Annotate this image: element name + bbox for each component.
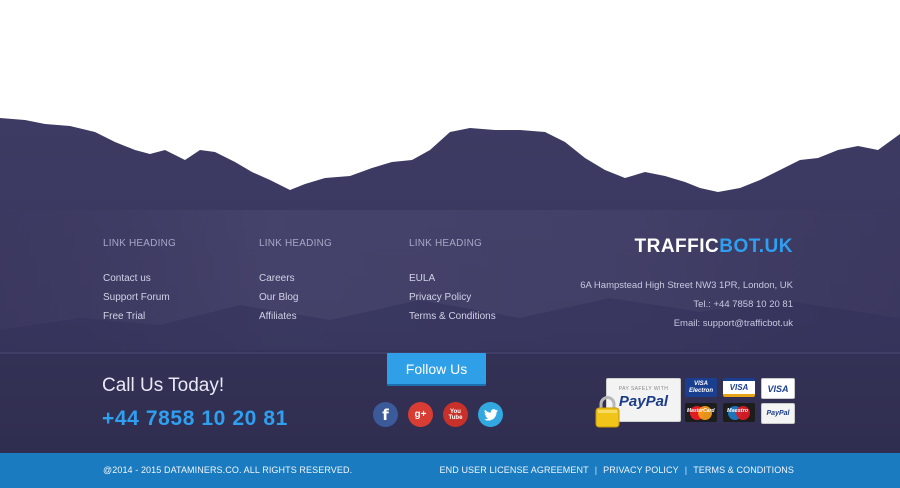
contact-address: 6A Hampstead High Street NW3 1PR, London… [580, 280, 793, 291]
visa-card: VISA [723, 378, 755, 397]
card-label: VISA [729, 383, 749, 392]
youtube-glyph: You Tube [448, 408, 463, 421]
link-free-trial[interactable]: Free Trial [103, 311, 176, 322]
legal-links: END USER LICENSE AGREEMENT | PRIVACY POLIC… [440, 465, 794, 475]
google-plus-icon[interactable]: g+ [408, 402, 433, 427]
paypal-caption: PAY SAFELY WITH [618, 386, 669, 392]
column-heading: LINK HEADING [409, 238, 482, 249]
google-plus-glyph: g+ [414, 409, 427, 420]
contact-email: Email: support@trafficbot.uk [673, 318, 793, 329]
visa-electron-card: VISA Electron [685, 378, 717, 397]
link-our-blog[interactable]: Our Blog [259, 292, 332, 303]
paypal-card: PayPal [761, 403, 795, 424]
link-contact-us[interactable]: Contact us [103, 273, 176, 284]
mastercard-card: MasterCard [685, 403, 717, 422]
padlock-icon [595, 396, 620, 428]
call-us-number[interactable]: +44 7858 10 20 81 [102, 407, 288, 431]
link-eula[interactable]: EULA [409, 273, 496, 284]
brand-part-traffic: TRAFFIC [634, 236, 720, 257]
twitter-bird-icon [483, 408, 498, 421]
facebook-glyph: f [382, 405, 389, 424]
brand-part-bot: BOT.UK [719, 236, 793, 257]
follow-us-button[interactable]: Follow Us [387, 353, 486, 384]
link-terms-conditions[interactable]: Terms & Conditions [409, 311, 496, 322]
card-label: PayPal [766, 410, 790, 417]
link-privacy-policy-bottom[interactable]: PRIVACY POLICY [603, 465, 679, 475]
brand-logo[interactable]: TRAFFICBOT.UK [635, 236, 794, 258]
twitter-icon[interactable] [478, 402, 503, 427]
link-column-3: LINK HEADING EULA Privacy Policy Terms &… [409, 238, 496, 322]
card-label: VISA [767, 383, 789, 394]
separator: | [684, 465, 688, 475]
column-heading: LINK HEADING [259, 238, 332, 249]
card-label: MasterCard [687, 408, 715, 414]
link-column-1: LINK HEADING Contact us Support Forum Fr… [103, 238, 176, 322]
link-terms-conditions-bottom[interactable]: TERMS & CONDITIONS [693, 465, 794, 475]
link-column-2: LINK HEADING Careers Our Blog Affiliates [259, 238, 332, 322]
maestro-card: Maestro [723, 403, 755, 422]
copyright-text: @2014 - 2015 DATAMINERS.CO. ALL RIGHTS R… [103, 465, 353, 475]
separator: | [594, 465, 598, 475]
bottom-bar: @2014 - 2015 DATAMINERS.CO. ALL RIGHTS R… [0, 453, 900, 488]
youtube-icon[interactable]: You Tube [443, 402, 468, 427]
call-us-heading: Call Us Today! [102, 375, 225, 396]
facebook-icon[interactable]: f [373, 402, 398, 427]
link-careers[interactable]: Careers [259, 273, 332, 284]
visa-debit-card: VISA [761, 378, 795, 399]
card-label: Maestro [727, 408, 749, 414]
link-affiliates[interactable]: Affiliates [259, 311, 332, 322]
link-end-user-license-agreement[interactable]: END USER LICENSE AGREEMENT [440, 465, 589, 475]
contact-tel: Tel.: +44 7858 10 20 81 [693, 299, 793, 310]
column-heading: LINK HEADING [103, 238, 176, 249]
link-support-forum[interactable]: Support Forum [103, 292, 176, 303]
card-label: VISA Electron [688, 380, 713, 394]
link-privacy-policy[interactable]: Privacy Policy [409, 292, 496, 303]
